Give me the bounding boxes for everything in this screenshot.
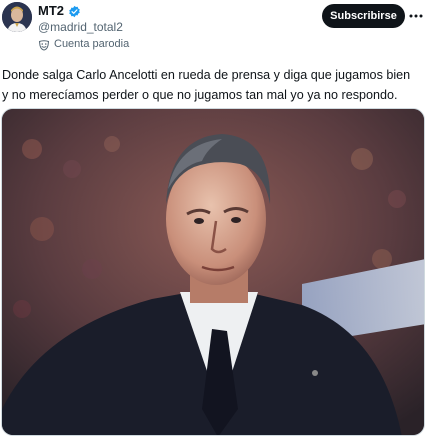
tweet-text: Donde salga Carlo Ancelotti en rueda de …	[2, 65, 427, 105]
author-handle[interactable]: @madrid_total2	[38, 20, 123, 34]
author-avatar[interactable]	[2, 2, 32, 32]
photo-man-in-suit	[2, 109, 424, 435]
parody-mask-icon	[38, 38, 50, 51]
tweet-card: MT2 @madrid_total2 Cuenta parodia Subscr…	[0, 0, 429, 438]
author-name-row: MT2	[38, 3, 81, 19]
parody-account-label: Cuenta parodia	[54, 38, 130, 50]
parody-label-row: Cuenta parodia	[38, 37, 129, 51]
subscribe-button[interactable]: Subscribirse	[322, 4, 405, 28]
more-dots-icon	[409, 14, 423, 18]
author-display-name[interactable]: MT2	[38, 3, 64, 19]
tweet-media-photo[interactable]	[1, 108, 425, 436]
more-options-button[interactable]	[408, 8, 424, 24]
avatar-portrait-icon	[2, 2, 32, 32]
tweet-text-line: Donde salga Carlo Ancelotti en rueda de …	[2, 68, 411, 82]
tweet-text-line: y no merecíamos perder o que no jugamos …	[2, 88, 398, 102]
verified-badge-icon	[68, 5, 81, 18]
